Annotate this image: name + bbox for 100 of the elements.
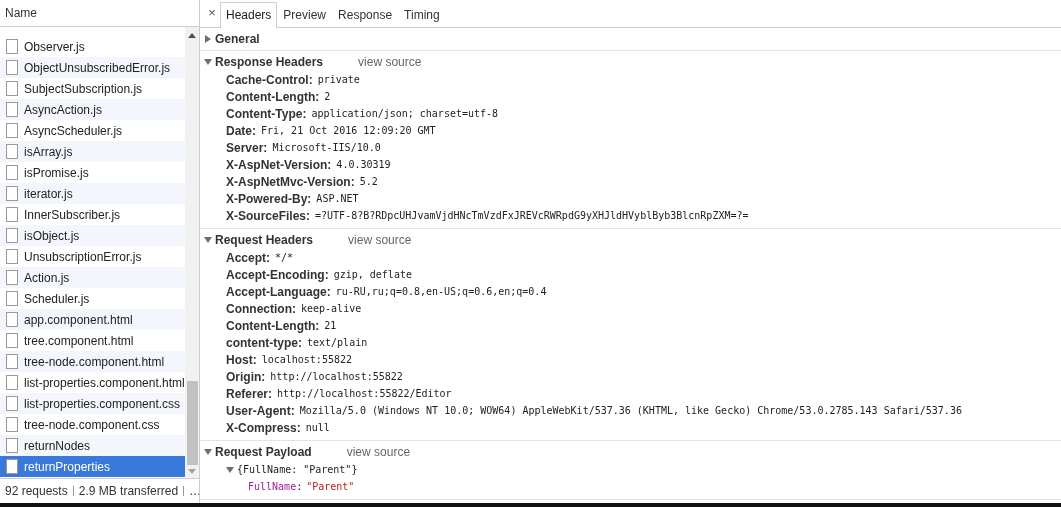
header-name: X-Powered-By: <box>226 191 312 206</box>
property-separator: : <box>296 481 303 492</box>
header-value: private <box>317 74 360 85</box>
header-name: User-Agent: <box>226 403 295 418</box>
header-name: Referer: <box>226 386 273 401</box>
header-name: Content-Length: <box>226 89 320 104</box>
file-icon <box>6 312 18 327</box>
request-row[interactable]: returnProperties <box>0 456 185 477</box>
tab[interactable]: Headers <box>220 2 278 28</box>
section-title[interactable]: Response Headers <box>215 55 324 69</box>
request-row[interactable]: iterator.js <box>0 183 185 204</box>
view-source-link[interactable]: view source <box>358 55 422 69</box>
close-button[interactable]: × <box>204 1 220 27</box>
file-icon <box>6 375 18 390</box>
file-icon <box>6 123 18 138</box>
file-icon <box>6 459 18 474</box>
section-title[interactable]: Request Headers <box>215 233 314 247</box>
file-icon <box>6 144 18 159</box>
section-title[interactable]: General <box>215 32 260 46</box>
header-value: */* <box>275 252 294 263</box>
request-row[interactable]: list-properties.component.css <box>0 393 185 414</box>
request-row[interactable]: Action.js <box>0 267 185 288</box>
file-icon <box>6 354 18 369</box>
header-name: Accept: <box>226 250 270 265</box>
header-value: keep-alive <box>301 303 362 314</box>
status-text: 92 requests <box>5 484 69 498</box>
view-source-link[interactable]: view source <box>346 445 411 459</box>
header-name: Accept-Encoding: <box>226 267 329 282</box>
view-source-link[interactable]: view source <box>348 233 412 247</box>
property-value: "Parent" <box>306 481 355 492</box>
request-row[interactable]: ObjectUnsubscribedError.js <box>0 57 185 78</box>
tab[interactable]: Preview <box>277 2 333 27</box>
header-name: Date: <box>226 123 256 138</box>
scrollbar[interactable] <box>185 27 199 478</box>
scroll-up-icon[interactable] <box>188 33 196 38</box>
payload-object: {FullName: "Parent"} <box>237 464 358 475</box>
request-row[interactable]: isObject.js <box>0 225 185 246</box>
header-name: Accept-Language: <box>226 284 331 299</box>
request-row[interactable]: tree-node.component.html <box>0 351 185 372</box>
tab[interactable]: Response <box>332 2 399 27</box>
request-row[interactable]: app.component.html <box>0 309 185 330</box>
header-value: =?UTF-8?B?RDpcUHJvamVjdHNcTmVzdFxJREVcRWRpdG9yXHJldHVyblByb3BlcnRpZXM=?= <box>315 210 749 221</box>
disclosure-triangle-icon[interactable] <box>204 236 212 244</box>
file-icon <box>6 249 18 264</box>
header-name: Content-Length: <box>226 318 320 333</box>
file-icon <box>6 186 18 201</box>
header-value: Microsoft-IIS/10.0 <box>272 142 381 153</box>
header-name: Content-Type: <box>226 106 307 121</box>
header-name: content-type: <box>226 335 302 350</box>
header-value: Mozilla/5.0 (Windows NT 10.0; WOW64) AppleWebKit/537.36 (KHTML, like Gecko) Chrome/53.0.2785.143 Safari/537.36 <box>299 405 962 416</box>
request-row[interactable]: isArray.js <box>0 141 185 162</box>
scroll-thumb[interactable] <box>186 381 198 465</box>
header-value: localhost:55822 <box>261 354 352 365</box>
column-header[interactable]: Name <box>0 0 199 27</box>
header-value: 4.0.30319 <box>336 159 391 170</box>
file-icon <box>6 102 18 117</box>
section-title[interactable]: Request Payload <box>215 445 312 459</box>
request-row[interactable]: returnNodes <box>0 435 185 456</box>
file-icon <box>6 291 18 306</box>
header-value: ru-RU,ru;q=0.8,en-US;q=0.6,en;q=0.4 <box>335 286 547 297</box>
file-icon <box>6 39 18 54</box>
file-icon <box>6 417 18 432</box>
disclosure-triangle-icon[interactable] <box>204 448 212 456</box>
request-row[interactable]: AsyncAction.js <box>0 99 185 120</box>
file-icon <box>6 396 18 411</box>
header-name: X-AspNet-Version: <box>226 157 332 172</box>
header-name: X-AspNetMvc-Version: <box>226 174 355 189</box>
file-icon <box>6 438 18 453</box>
file-icon <box>6 228 18 243</box>
disclosure-triangle-icon[interactable] <box>204 58 212 66</box>
header-name: Server: <box>226 140 268 155</box>
property-key: FullName <box>248 481 297 492</box>
header-value: http://localhost:55822/Editor <box>277 388 452 399</box>
header-value: application/json; charset=utf-8 <box>311 108 499 119</box>
header-name: Cache-Control: <box>226 72 313 87</box>
header-value: text/plain <box>307 337 368 348</box>
file-icon <box>6 207 18 222</box>
disclosure-triangle-icon[interactable] <box>226 465 234 474</box>
file-icon <box>6 81 18 96</box>
header-name: X-Compress: <box>226 420 301 435</box>
header-value: null <box>305 422 330 433</box>
header-name: Host: <box>226 352 257 367</box>
file-icon <box>6 270 18 285</box>
file-icon <box>6 333 18 348</box>
status-text: … <box>183 486 199 496</box>
file-icon <box>6 60 18 75</box>
tab[interactable]: Timing <box>398 2 446 27</box>
header-value: 5.2 <box>359 176 378 187</box>
header-name: X-SourceFiles: <box>226 208 311 223</box>
header-value: 21 <box>324 320 337 331</box>
status-text: 2.9 MB transferred <box>72 486 184 496</box>
file-icon <box>6 165 18 180</box>
header-value: gzip, deflate <box>333 269 412 280</box>
header-value: ASP.NET <box>316 193 359 204</box>
disclosure-triangle-icon[interactable] <box>204 35 212 43</box>
header-value: Fri, 21 Oct 2016 12:09:20 GMT <box>261 125 436 136</box>
header-name: Connection: <box>226 301 296 316</box>
header-value: 2 <box>324 91 331 102</box>
header-name: Origin: <box>226 369 266 384</box>
header-value: http://localhost:55822 <box>270 371 403 382</box>
